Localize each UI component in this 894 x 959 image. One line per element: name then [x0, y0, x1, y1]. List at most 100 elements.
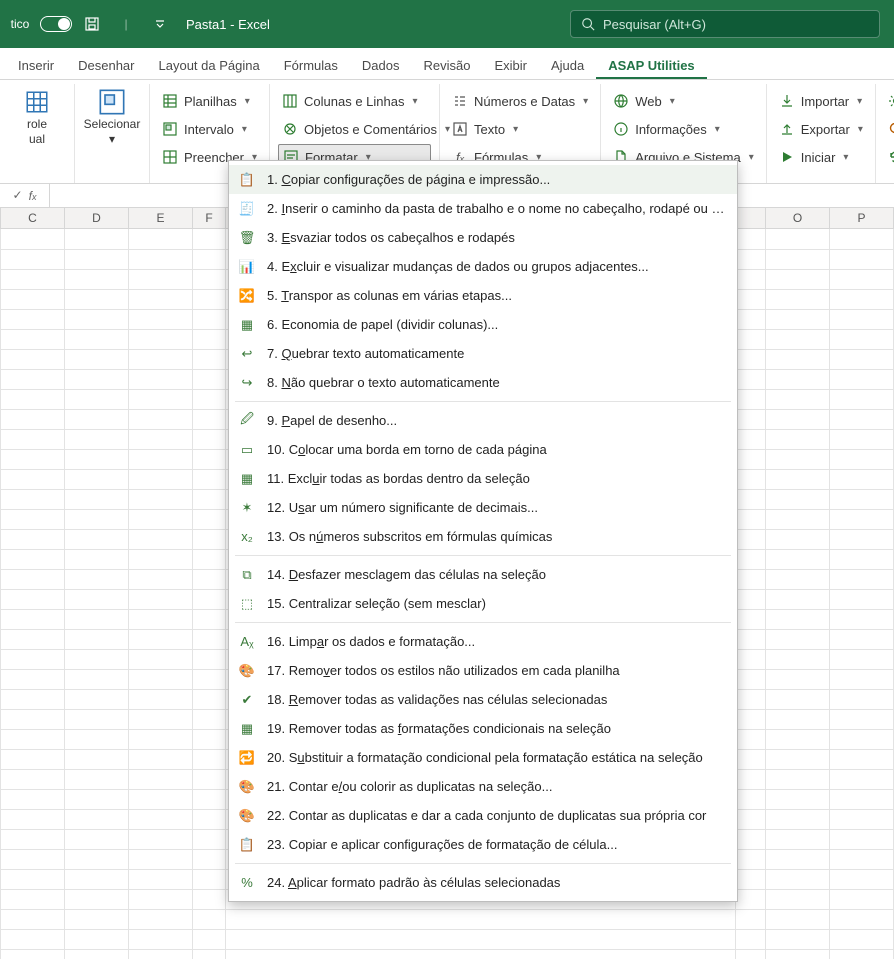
menu-item-label: 5. Transpor as colunas em várias etapas.… [267, 288, 727, 303]
auto-save-toggle[interactable] [40, 10, 72, 38]
fill-icon [162, 149, 178, 165]
menu-item-label: 12. Usar um número significante de decim… [267, 500, 727, 515]
ribbon-item-n-meros-e-datas[interactable]: Números e Datas▾ [448, 88, 592, 114]
tab-exibir[interactable]: Exibir [482, 52, 539, 79]
menu-item-6[interactable]: ▦6. Economia de papel (dividir colunas).… [229, 310, 737, 339]
ribbon-item-informa-es[interactable]: Informações▾ [609, 116, 758, 142]
range-icon [162, 121, 178, 137]
play-icon [779, 149, 795, 165]
menu-item-22[interactable]: 🎨22. Contar as duplicatas e dar a cada c… [229, 801, 737, 830]
menu-item-13[interactable]: x₂13. Os números subscritos em fórmulas … [229, 522, 737, 551]
ribbon-big-btn-1[interactable]: role ual [8, 88, 66, 146]
tab-ajuda[interactable]: Ajuda [539, 52, 596, 79]
menu-item-label: 6. Economia de papel (dividir colunas)..… [267, 317, 727, 332]
obj-icon [282, 121, 298, 137]
menu-item-10[interactable]: ▭10. Colocar uma borda em torno de cada … [229, 435, 737, 464]
search-placeholder: Pesquisar (Alt+G) [603, 17, 706, 32]
menu-item-15[interactable]: ⬚ 15. Centralizar seleção (sem mesclar) [229, 589, 737, 618]
menu-item-9[interactable]: 🖉 9. Papel de desenho... [229, 406, 737, 435]
menu-item-3[interactable]: 🗑 3. Esvaziar todos os cabeçalhos e rodap… [229, 223, 737, 252]
tab-revisão[interactable]: Revisão [411, 52, 482, 79]
menu-item-5[interactable]: 🔀 5. Transpor as colunas em várias etapas… [229, 281, 737, 310]
cancel-icon[interactable]: ✓ [13, 188, 23, 203]
refresh-icon [888, 149, 894, 165]
ribbon-tabs: InserirDesenharLayout da PáginaFórmulasD… [0, 48, 894, 80]
menu-item-1[interactable]: 📋1. Copiar configurações de página e imp… [229, 165, 737, 194]
chevron-down-icon: ▾ [245, 96, 250, 107]
tab-layout-da-página[interactable]: Layout da Página [147, 52, 272, 79]
menu-item-4[interactable]: 📊4. Excluir e visualizar mudanças de dad… [229, 252, 737, 281]
col-header-F[interactable]: F [193, 208, 226, 228]
ribbon-item-objetos-e-coment-rios[interactable]: Objetos e Comentários▾ [278, 116, 431, 142]
tab-desenhar[interactable]: Desenhar [66, 52, 146, 79]
menu-item-2[interactable]: 🧾2. Inserir o caminho da pasta de trabal… [229, 194, 737, 223]
gear-icon [888, 93, 894, 109]
qat-customize-chevron[interactable] [146, 10, 174, 38]
search-icon [888, 121, 894, 137]
chevron-down-icon: ▾ [857, 96, 862, 107]
col-header-C[interactable]: C [1, 208, 65, 228]
ribbon-item-localizar-e-e[interactable]: Localizar e e [884, 116, 894, 142]
menu-item-icon: ⬚ [237, 596, 257, 612]
chevron-down-icon: ▾ [843, 152, 848, 163]
ribbon-item-texto[interactable]: Texto▾ [448, 116, 592, 142]
sheet-icon [162, 93, 178, 109]
menu-item-19[interactable]: ▦19. Remover todas as formatações condic… [229, 714, 737, 743]
menu-item-label: 9. Papel de desenho... [267, 413, 727, 428]
menu-item-11[interactable]: ▦11. Excluir todas as bordas dentro da s… [229, 464, 737, 493]
menu-item-16[interactable]: Aᵪ16. Limpar os dados e formatação... [229, 627, 737, 656]
menu-item-icon: 🎨 [237, 663, 257, 679]
ribbon-item-iniciar[interactable]: Iniciar▾ [775, 144, 867, 170]
menu-item-label: 16. Limpar os dados e formatação... [267, 634, 727, 649]
fx-icon[interactable]: fx [29, 189, 37, 203]
menu-item-20[interactable]: 🔁20. Substituir a formatação condicional… [229, 743, 737, 772]
menu-item-label: 18. Remover todas as validações nas célu… [267, 692, 727, 707]
chevron-down-icon: ▾ [583, 96, 588, 107]
menu-item-label: 11. Excluir todas as bordas dentro da se… [267, 471, 727, 486]
tab-asap-utilities[interactable]: ASAP Utilities [596, 52, 706, 79]
ribbon-item-web[interactable]: Web▾ [609, 88, 758, 114]
col-header-E[interactable]: E [129, 208, 193, 228]
chevron-down-icon: ▾ [109, 133, 115, 146]
menu-item-21[interactable]: 🎨21. Contar e/ou colorir as duplicatas n… [229, 772, 737, 801]
menu-item-icon: ▭ [237, 442, 257, 458]
select-range-icon [98, 88, 126, 116]
menu-item-18[interactable]: ✔18. Remover todas as validações nas cél… [229, 685, 737, 714]
ribbon-item-asap-utilitie[interactable]: ASAP Utilitie [884, 88, 894, 114]
col-header-O[interactable]: O [766, 208, 830, 228]
menu-item-label: 24. Aplicar formato padrão às células se… [267, 875, 727, 890]
ribbon-item-importar[interactable]: Importar▾ [775, 88, 867, 114]
menu-item-23[interactable]: 📋23. Copiar e aplicar configurações de f… [229, 830, 737, 859]
ribbon-item-intervalo[interactable]: Intervalo▾ [158, 116, 261, 142]
chevron-down-icon: ▾ [749, 152, 754, 163]
menu-item-icon: 🗑 [237, 230, 257, 246]
menu-item-14[interactable]: ⧉14. Desfazer mesclagem das células na s… [229, 560, 737, 589]
menu-item-24[interactable]: %24. Aplicar formato padrão às células s… [229, 868, 737, 897]
grid-select-icon [23, 88, 51, 116]
menu-item-8[interactable]: ↪8. Não quebrar o texto automaticamente [229, 368, 737, 397]
ribbon-item-colunas-e-linhas[interactable]: Colunas e Linhas▾ [278, 88, 431, 114]
save-icon[interactable] [78, 10, 106, 38]
menu-item-12[interactable]: ✶12. Usar um número significante de deci… [229, 493, 737, 522]
menu-item-label: 21. Contar e/ou colorir as duplicatas na… [267, 779, 727, 794]
menu-item-label: 15. Centralizar seleção (sem mesclar) [267, 596, 727, 611]
col-header-P[interactable]: P [830, 208, 894, 228]
ribbon-selecionar[interactable]: Selecionar ▾ [83, 88, 141, 146]
tab-fórmulas[interactable]: Fórmulas [272, 52, 350, 79]
tab-dados[interactable]: Dados [350, 52, 412, 79]
menu-item-17[interactable]: 🎨17. Remover todos os estilos não utiliz… [229, 656, 737, 685]
titlebar: tico | Pasta1 - Excel Pesquisar (Alt+G) [0, 0, 894, 48]
menu-item-label: 3. Esvaziar todos os cabeçalhos e rodapé… [267, 230, 727, 245]
chevron-down-icon: ▾ [670, 96, 675, 107]
menu-item-icon: 🔀 [237, 288, 257, 304]
menu-item-icon: 🖉 [237, 410, 257, 432]
tab-inserir[interactable]: Inserir [6, 52, 66, 79]
auto-save-label: tico [6, 10, 34, 38]
ribbon-item-planilhas[interactable]: Planilhas▾ [158, 88, 261, 114]
menu-item-7[interactable]: ↩7. Quebrar texto automaticamente [229, 339, 737, 368]
search-box[interactable]: Pesquisar (Alt+G) [570, 10, 880, 38]
ribbon-item-exportar[interactable]: Exportar▾ [775, 116, 867, 142]
col-header-D[interactable]: D [65, 208, 129, 228]
chevron-down-icon: ▾ [242, 124, 247, 135]
ribbon-item-iniciar-a-lti[interactable]: Iniciar a últi [884, 144, 894, 170]
